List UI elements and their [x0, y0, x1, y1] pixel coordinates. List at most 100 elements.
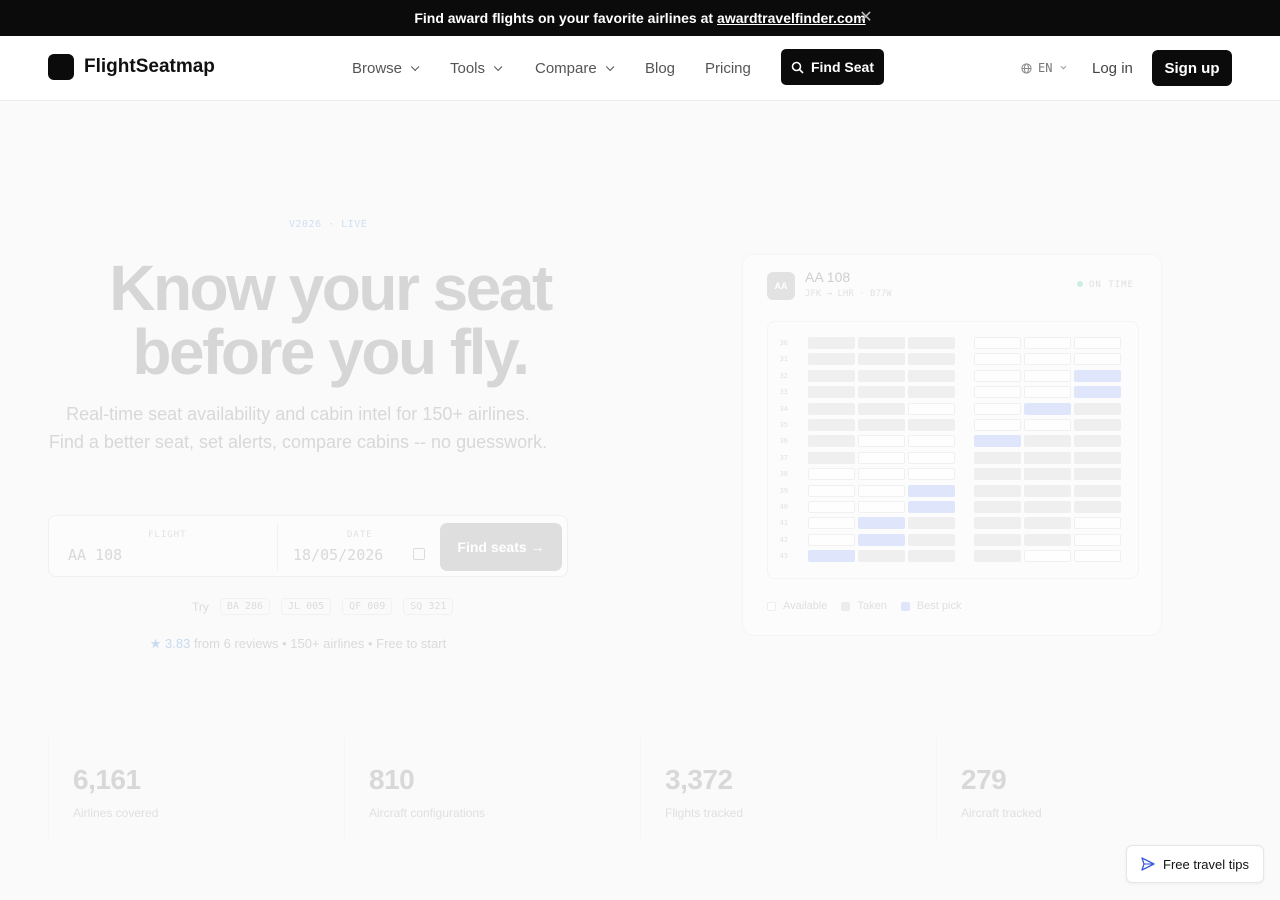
- seat[interactable]: [908, 550, 955, 563]
- seat[interactable]: [808, 468, 855, 481]
- seat[interactable]: [974, 353, 1021, 366]
- seat[interactable]: [974, 533, 1021, 546]
- seat[interactable]: [908, 353, 955, 366]
- seat[interactable]: [808, 419, 855, 431]
- seat[interactable]: [974, 550, 1021, 563]
- seat[interactable]: [858, 501, 905, 513]
- seat[interactable]: [974, 468, 1021, 481]
- seat[interactable]: [858, 517, 905, 530]
- seat[interactable]: [974, 419, 1021, 431]
- seat[interactable]: [808, 386, 855, 399]
- seat[interactable]: [1024, 402, 1071, 415]
- free-travel-tips-button[interactable]: Free travel tips: [1126, 845, 1264, 883]
- seat[interactable]: [858, 353, 905, 366]
- seat[interactable]: [974, 484, 1021, 497]
- seat[interactable]: [808, 533, 855, 546]
- signup-button[interactable]: Sign up: [1152, 50, 1232, 86]
- seat[interactable]: [974, 451, 1021, 464]
- seat[interactable]: [858, 402, 905, 415]
- seat[interactable]: [1024, 468, 1071, 481]
- seat[interactable]: [808, 353, 855, 366]
- nav-compare[interactable]: Compare: [535, 60, 615, 77]
- seat[interactable]: [908, 419, 955, 431]
- seat[interactable]: [808, 369, 855, 382]
- example-chip[interactable]: JL 005: [281, 598, 332, 615]
- seat[interactable]: [908, 386, 955, 399]
- seat[interactable]: [908, 435, 955, 448]
- seat[interactable]: [808, 435, 855, 448]
- seat[interactable]: [858, 451, 905, 464]
- seat[interactable]: [1024, 517, 1071, 530]
- seat[interactable]: [1074, 386, 1121, 399]
- seat[interactable]: [808, 550, 855, 563]
- calendar-icon[interactable]: [413, 548, 425, 560]
- seat[interactable]: [1074, 468, 1121, 481]
- seat[interactable]: [974, 369, 1021, 382]
- seat[interactable]: [1024, 419, 1071, 431]
- seat[interactable]: [1024, 435, 1071, 448]
- seat[interactable]: [858, 533, 905, 546]
- seat[interactable]: [858, 484, 905, 497]
- seat[interactable]: [1074, 501, 1121, 513]
- seat[interactable]: [1074, 369, 1121, 382]
- seat[interactable]: [908, 337, 955, 349]
- example-chip[interactable]: BA 286: [219, 598, 271, 615]
- seat[interactable]: [1074, 419, 1121, 431]
- find-seats-button[interactable]: Find seats →: [440, 523, 562, 571]
- seat[interactable]: [974, 402, 1021, 415]
- seat[interactable]: [908, 517, 955, 530]
- seat[interactable]: [1024, 550, 1071, 563]
- seat[interactable]: [1024, 451, 1071, 464]
- seat[interactable]: [908, 533, 955, 546]
- seat[interactable]: [1024, 533, 1071, 546]
- seat[interactable]: [858, 468, 905, 481]
- seat[interactable]: [908, 369, 955, 382]
- seat[interactable]: [1024, 484, 1071, 497]
- seat[interactable]: [808, 517, 855, 530]
- seat[interactable]: [1074, 550, 1121, 563]
- seat[interactable]: [1074, 337, 1121, 349]
- nav-blog[interactable]: Blog: [645, 60, 675, 77]
- banner-link[interactable]: awardtravelfinder.com: [717, 10, 866, 26]
- seat[interactable]: [858, 337, 905, 349]
- example-chip[interactable]: QF 009: [342, 598, 393, 615]
- example-chip[interactable]: SQ 321: [403, 598, 454, 615]
- seat[interactable]: [808, 402, 855, 415]
- seat[interactable]: [1024, 353, 1071, 366]
- seat[interactable]: [1074, 402, 1121, 415]
- seat[interactable]: [974, 517, 1021, 530]
- seat[interactable]: [858, 419, 905, 431]
- nav-browse[interactable]: Browse: [352, 60, 420, 77]
- seat[interactable]: [974, 386, 1021, 399]
- seat[interactable]: [808, 451, 855, 464]
- logo[interactable]: FlightSeatmap: [48, 54, 215, 80]
- seat[interactable]: [1074, 517, 1121, 530]
- flight-input[interactable]: AA 108: [68, 546, 122, 564]
- seat[interactable]: [974, 435, 1021, 448]
- date-input[interactable]: 18/05/2026: [293, 546, 383, 564]
- seat[interactable]: [1074, 353, 1121, 366]
- seat[interactable]: [1024, 386, 1071, 399]
- seat[interactable]: [1024, 369, 1071, 382]
- seat[interactable]: [974, 337, 1021, 349]
- seat[interactable]: [908, 484, 955, 497]
- nav-pricing[interactable]: Pricing: [705, 60, 751, 77]
- seat[interactable]: [1074, 484, 1121, 497]
- language-selector[interactable]: EN: [1021, 61, 1067, 75]
- find-seat-button[interactable]: Find Seat: [781, 49, 884, 85]
- seat[interactable]: [808, 501, 855, 513]
- seat[interactable]: [908, 451, 955, 464]
- seat[interactable]: [808, 484, 855, 497]
- seat[interactable]: [908, 402, 955, 415]
- seat[interactable]: [858, 386, 905, 399]
- seat[interactable]: [1024, 501, 1071, 513]
- seat[interactable]: [1074, 435, 1121, 448]
- seat[interactable]: [1024, 337, 1071, 349]
- close-icon[interactable]: ✕: [858, 10, 874, 26]
- seat[interactable]: [858, 369, 905, 382]
- seat[interactable]: [808, 337, 855, 349]
- seat[interactable]: [858, 550, 905, 563]
- seat[interactable]: [1074, 533, 1121, 546]
- seat[interactable]: [1074, 451, 1121, 464]
- seat[interactable]: [908, 468, 955, 481]
